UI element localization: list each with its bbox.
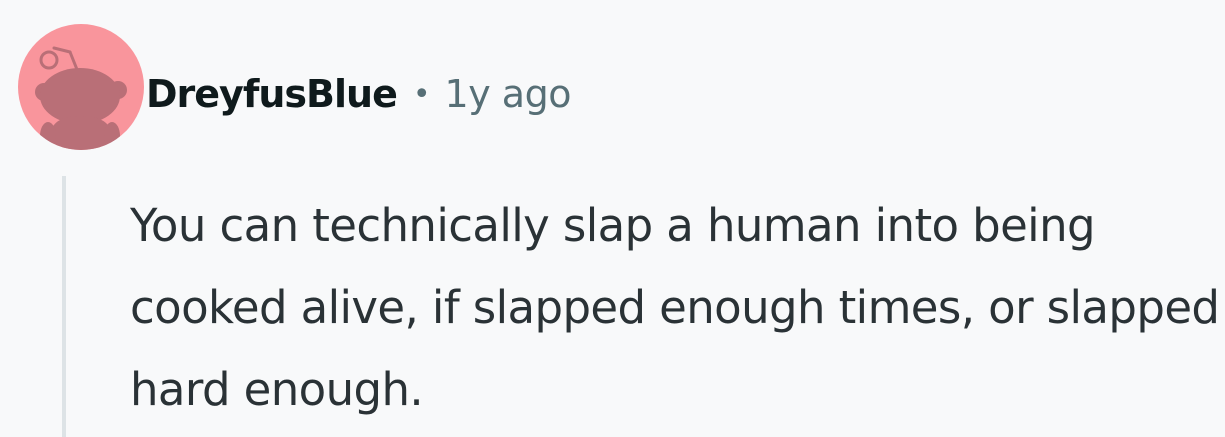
snoo-avatar-icon (35, 46, 127, 150)
thread-line[interactable] (62, 176, 66, 437)
user-avatar[interactable] (18, 24, 144, 150)
comment-timestamp[interactable]: 1y ago (445, 72, 572, 116)
username-link[interactable]: DreyfusBlue (146, 72, 398, 116)
comment-body: You can technically slap a human into be… (130, 199, 1220, 416)
comment: DreyfusBlue • 1y ago You can technically… (0, 0, 1225, 437)
meta-separator: • (412, 76, 431, 112)
comment-meta: DreyfusBlue • 1y ago (146, 66, 571, 122)
